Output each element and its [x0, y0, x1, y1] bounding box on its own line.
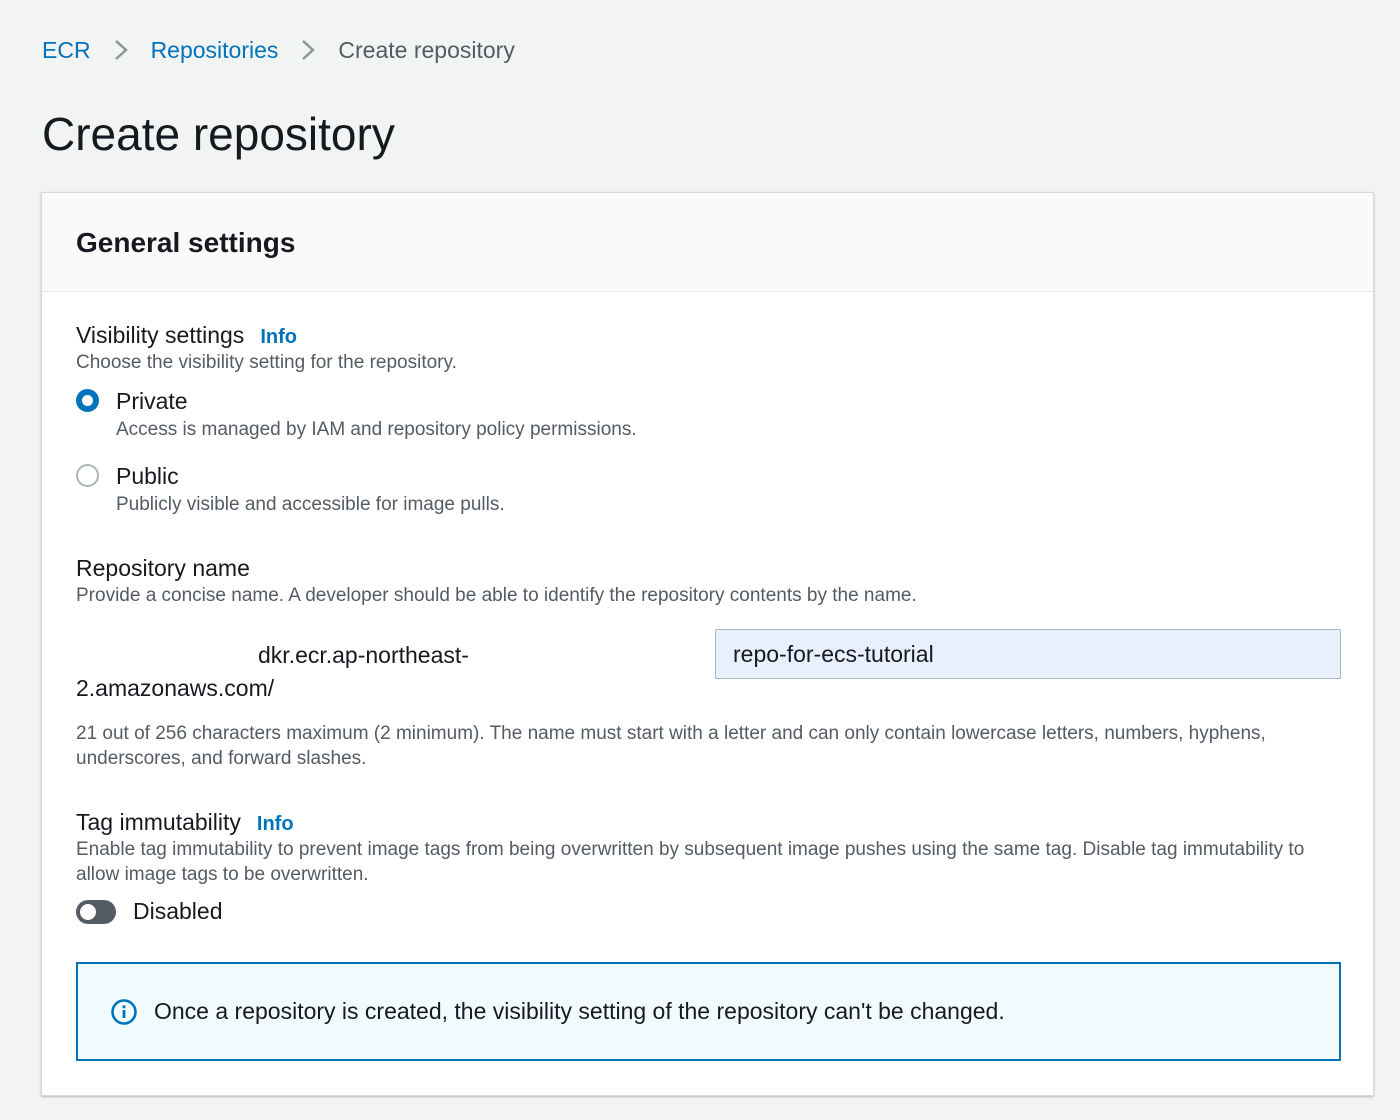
public-option-title: Public — [116, 463, 179, 489]
private-option-title: Private — [116, 388, 188, 414]
visibility-label-text: Visibility settings — [76, 322, 245, 348]
repository-name-constraint: 21 out of 256 characters maximum (2 mini… — [76, 723, 1266, 769]
tag-immutability-label: Tag immutability Info — [76, 807, 294, 839]
breadcrumb: ECR Repositories Create repository — [42, 34, 515, 66]
radio-option-private[interactable]: Private Access is managed by IAM and rep… — [76, 386, 637, 442]
repository-name-label: Repository name — [76, 553, 250, 583]
repository-uri-prefix: dkr.ecr.ap-northeast-2.amazonaws.com/ — [76, 642, 469, 701]
repository-name-description: Provide a concise name. A developer shou… — [76, 585, 917, 606]
visibility-info-link[interactable]: Info — [260, 322, 297, 352]
public-option-description: Publicly visible and accessible for imag… — [116, 494, 505, 515]
tag-immutability-description: Enable tag immutability to prevent image… — [76, 839, 1305, 885]
visibility-info-alert: Once a repository is created, the visibi… — [76, 962, 1341, 1061]
toggle-knob — [80, 903, 96, 920]
breadcrumb-current: Create repository — [338, 37, 515, 63]
info-circle-icon — [110, 998, 138, 1026]
radio-option-public[interactable]: Public Publicly visible and accessible f… — [76, 461, 505, 517]
chevron-right-icon — [300, 38, 316, 62]
repository-name-label-text: Repository name — [76, 555, 250, 581]
visibility-settings-label: Visibility settings Info — [76, 320, 297, 352]
tag-immutability-toggle[interactable] — [76, 899, 116, 924]
general-settings-panel: General settings Visibility settings Inf… — [41, 192, 1374, 1096]
private-option-description: Access is managed by IAM and repository … — [116, 419, 637, 440]
tag-immutability-toggle-row[interactable]: Disabled — [76, 898, 223, 925]
breadcrumb-repositories-link[interactable]: Repositories — [151, 34, 279, 66]
chevron-right-icon — [113, 38, 129, 62]
alert-text: Once a repository is created, the visibi… — [154, 998, 1005, 1024]
page-title: Create repository — [42, 108, 395, 160]
public-radio[interactable] — [76, 464, 99, 487]
tag-immutability-label-text: Tag immutability — [76, 809, 241, 835]
visibility-description: Choose the visibility setting for the re… — [76, 352, 457, 373]
tag-immutability-toggle-label: Disabled — [133, 898, 223, 924]
private-radio[interactable] — [76, 389, 99, 412]
panel-header: General settings — [42, 193, 1373, 292]
breadcrumb-ecr-link[interactable]: ECR — [42, 34, 91, 66]
panel-heading: General settings — [76, 227, 296, 258]
tag-immutability-info-link[interactable]: Info — [257, 809, 294, 839]
repository-name-input[interactable] — [715, 629, 1341, 679]
